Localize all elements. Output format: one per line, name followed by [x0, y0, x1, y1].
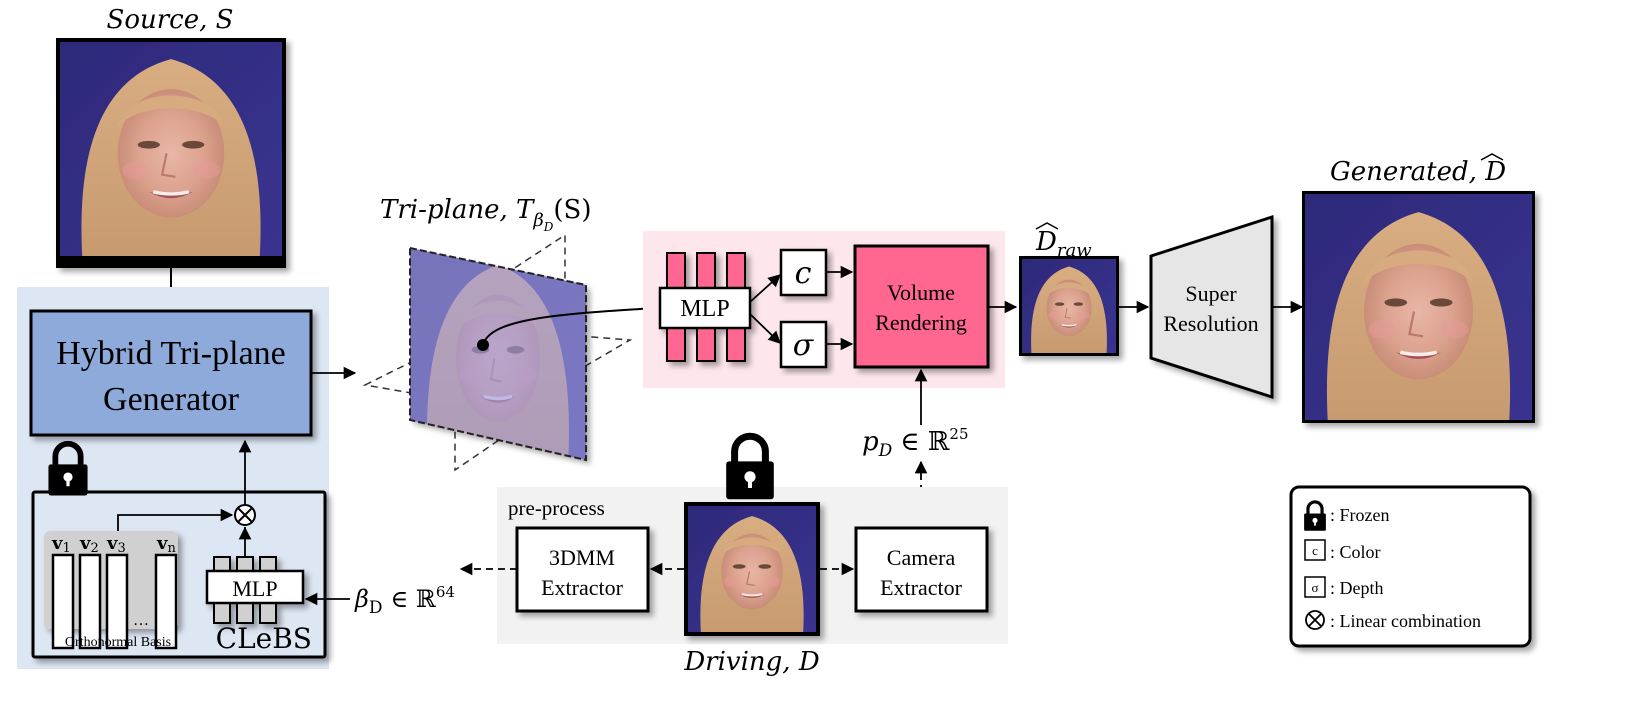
orthonormal-basis-caption: Orthonormal Basis: [65, 635, 171, 650]
linear-combination-icon: [234, 504, 256, 526]
legend-color-glyph: c: [1312, 543, 1318, 558]
draw-label: Draw: [1035, 227, 1092, 261]
render-mlp-label: MLP: [680, 296, 729, 322]
camera-extractor-line1: Camera: [887, 545, 956, 570]
generated-label: Generated, D: [1330, 157, 1506, 187]
volume-rendering-block: [853, 244, 990, 369]
draw-image: [1019, 256, 1119, 356]
color-output-label: c: [795, 256, 812, 291]
3dmm-extractor-line1: 3DMM: [549, 545, 615, 570]
preprocess-title: pre-process: [508, 496, 605, 520]
pose-label: pD ∈ ℝ25: [862, 425, 969, 461]
pipeline-diagram: Source, S Hybrid Tri-plane Generator v1 …: [17, 5, 1535, 677]
basis-ellipsis: …: [133, 612, 149, 629]
legend-color-label: : Color: [1330, 542, 1381, 562]
legend-otimes-icon: [1305, 610, 1325, 630]
legend-depth-glyph: σ: [1311, 580, 1318, 595]
triplane-visual: [362, 233, 633, 472]
legend-depth-label: : Depth: [1330, 578, 1384, 598]
legend-linear-combination-label: : Linear combination: [1330, 611, 1481, 631]
depth-output-label: σ: [793, 328, 815, 363]
driving-lock-icon: [726, 436, 774, 499]
3dmm-extractor-line2: Extractor: [541, 575, 624, 600]
generator-label-line1: Hybrid Tri-plane: [56, 335, 286, 372]
clebs-title: CLeBS: [216, 622, 312, 655]
super-resolution-line2: Resolution: [1163, 311, 1258, 336]
generated-image: [1302, 191, 1535, 423]
volume-rendering-line2: Rendering: [875, 310, 967, 335]
driving-image: [684, 502, 820, 636]
driving-label: Driving, D: [683, 647, 820, 677]
generator-label-line2: Generator: [103, 381, 240, 418]
triplane-label: Tri-plane, TβD(S): [380, 195, 591, 234]
super-resolution-block: [1149, 214, 1274, 400]
source-label: Source, S: [107, 5, 234, 35]
beta-label: βD ∈ ℝ64: [354, 583, 455, 618]
volume-rendering-line1: Volume: [887, 280, 955, 305]
legend-frozen-label: : Frozen: [1330, 505, 1389, 525]
clebs-mlp-label: MLP: [232, 576, 277, 601]
super-resolution-line1: Super: [1185, 281, 1237, 306]
source-image: [56, 38, 286, 268]
camera-extractor-line2: Extractor: [880, 575, 963, 600]
